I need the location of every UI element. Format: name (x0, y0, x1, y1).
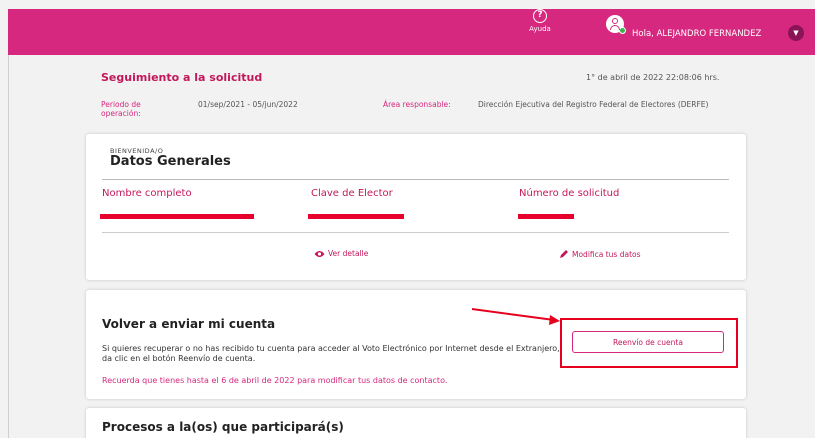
help-icon: ? (533, 9, 547, 23)
processes-title: Procesos a la(os) que participará(s) (102, 420, 344, 434)
general-data-title: Datos Generales (110, 154, 231, 169)
ver-detalle-link[interactable]: Ver detalle (314, 249, 368, 258)
annotation-arrow (471, 308, 560, 325)
request-number-redacted (518, 214, 574, 219)
divider (102, 179, 729, 180)
user-greeting: Hola, ALEJANDRO FERNANDEZ (632, 29, 762, 39)
general-data-card: BIENVENIDA/O Datos Generales Nombre comp… (86, 134, 746, 280)
full-name-label: Nombre completo (102, 188, 192, 199)
period-value: 01/sep/2021 - 05/jun/2022 (198, 100, 298, 109)
request-number-label: Número de solicitud (519, 188, 620, 199)
elector-key-label: Clave de Elector (311, 188, 393, 199)
chevron-down-icon[interactable]: ▼ (788, 25, 804, 41)
pencil-icon (560, 250, 568, 258)
resend-title: Volver a enviar mi cuenta (102, 317, 276, 331)
timestamp: 1° de abril de 2022 22:08:06 hrs. (586, 73, 720, 82)
area-value: Dirección Ejecutiva del Registro Federal… (478, 100, 709, 109)
resend-deadline-note: Recuerda que tienes hasta el 6 de abril … (102, 376, 448, 385)
help-label: Ayuda (529, 25, 551, 33)
full-name-redacted (100, 214, 254, 219)
help-button[interactable]: ? Ayuda (520, 9, 560, 33)
eye-icon (314, 250, 325, 257)
ver-detalle-label: Ver detalle (328, 249, 369, 258)
page-title: Seguimiento a la solicitud (101, 71, 263, 84)
left-divider (8, 55, 9, 438)
elector-key-redacted (308, 214, 404, 219)
processes-card: Procesos a la(os) que participará(s) (86, 408, 746, 438)
area-label: Área responsable: (383, 100, 451, 109)
modifica-datos-label: Modifica tus datos (572, 249, 641, 259)
avatar-icon[interactable] (606, 15, 626, 34)
annotation-highlight-box (560, 318, 738, 368)
divider (102, 232, 729, 233)
modifica-datos-link[interactable]: Modifica tus datos (559, 249, 641, 259)
period-label: Periodo de operación: (101, 100, 141, 118)
resend-description: Si quieres recuperar o no has recibido t… (102, 344, 560, 363)
online-status-dot (619, 27, 626, 34)
